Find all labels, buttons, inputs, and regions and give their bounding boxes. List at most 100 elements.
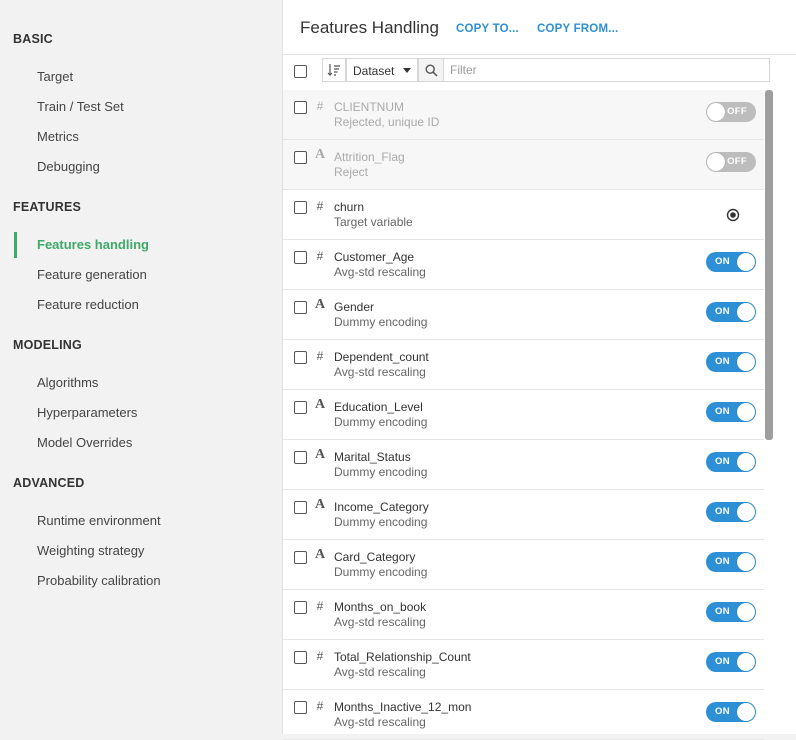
- feature-row[interactable]: # churn Target variable: [283, 190, 764, 240]
- nav-item-hyperparameters[interactable]: Hyperparameters: [14, 400, 264, 426]
- feature-toggle[interactable]: ON: [706, 552, 756, 572]
- feature-checkbox[interactable]: [294, 401, 307, 414]
- feature-toggle[interactable]: OFF: [706, 102, 756, 122]
- filter-input[interactable]: [444, 58, 770, 82]
- feature-name[interactable]: Marital_Status: [334, 450, 411, 464]
- toggle-label: ON: [715, 506, 730, 517]
- feature-handling-description: Avg-std rescaling: [334, 615, 426, 629]
- toggle-knob: [707, 103, 725, 121]
- sort-button[interactable]: [322, 58, 346, 82]
- numeric-icon: #: [316, 199, 324, 213]
- feature-row[interactable]: # CLIENTNUM Rejected, unique ID OFF: [283, 90, 764, 140]
- feature-name[interactable]: Total_Relationship_Count: [334, 650, 471, 664]
- feature-checkbox[interactable]: [294, 551, 307, 564]
- feature-row[interactable]: # Dependent_count Avg-std rescaling ON: [283, 340, 764, 390]
- feature-checkbox[interactable]: [294, 501, 307, 514]
- nav-item-model-overrides[interactable]: Model Overrides: [14, 430, 264, 456]
- nav-item-weighting-strategy[interactable]: Weighting strategy: [14, 538, 264, 564]
- feature-row[interactable]: A Attrition_Flag Reject OFF: [283, 140, 764, 190]
- nav-item-probability-calibration[interactable]: Probability calibration: [14, 568, 264, 594]
- feature-checkbox[interactable]: [294, 301, 307, 314]
- feature-row[interactable]: A Gender Dummy encoding ON: [283, 290, 764, 340]
- nav-item-feature-generation[interactable]: Feature generation: [14, 262, 264, 288]
- feature-name[interactable]: Months_Inactive_12_mon: [334, 700, 471, 714]
- nav-item-debugging[interactable]: Debugging: [14, 154, 264, 180]
- text-icon: A: [314, 447, 326, 462]
- toggle-knob: [737, 303, 755, 321]
- nav-item-features-handling[interactable]: Features handling: [14, 232, 264, 258]
- feature-handling-description: Dummy encoding: [334, 515, 428, 529]
- feature-row[interactable]: A Income_Category Dummy encoding ON: [283, 490, 764, 540]
- toggle-label: ON: [715, 606, 730, 617]
- feature-toggle[interactable]: ON: [706, 602, 756, 622]
- select-all-checkbox[interactable]: [294, 65, 307, 78]
- feature-row[interactable]: # Months_Inactive_12_mon Avg-std rescaling…: [283, 690, 764, 740]
- scrollbar[interactable]: [765, 90, 773, 440]
- nav-item-metrics[interactable]: Metrics: [14, 124, 264, 150]
- text-icon: A: [314, 297, 326, 312]
- feature-row[interactable]: A Marital_Status Dummy encoding ON: [283, 440, 764, 490]
- feature-toggle[interactable]: ON: [706, 352, 756, 372]
- nav-item-train-test-set[interactable]: Train / Test Set: [14, 94, 264, 120]
- toggle-knob: [737, 403, 755, 421]
- toggle-knob: [737, 653, 755, 671]
- section-title-features: FEATURES: [13, 200, 82, 214]
- feature-checkbox[interactable]: [294, 701, 307, 714]
- feature-toggle[interactable]: OFF: [706, 152, 756, 172]
- feature-name[interactable]: Education_Level: [334, 400, 423, 414]
- feature-name[interactable]: Income_Category: [334, 500, 429, 514]
- feature-checkbox[interactable]: [294, 601, 307, 614]
- feature-toggle[interactable]: ON: [706, 452, 756, 472]
- target-icon: [726, 208, 740, 222]
- feature-handling-description: Avg-std rescaling: [334, 265, 426, 279]
- feature-toggle[interactable]: ON: [706, 702, 756, 722]
- sidebar: BASIC Target Train / Test Set Metrics De…: [0, 0, 282, 734]
- sort-icon: [327, 64, 340, 76]
- dataset-dropdown-label: Dataset: [353, 64, 395, 78]
- feature-checkbox[interactable]: [294, 201, 307, 214]
- feature-name[interactable]: churn: [334, 200, 364, 214]
- feature-row[interactable]: A Card_Category Dummy encoding ON: [283, 540, 764, 590]
- feature-toggle[interactable]: ON: [706, 302, 756, 322]
- toolbar: Dataset: [283, 58, 770, 84]
- feature-handling-description: Avg-std rescaling: [334, 365, 426, 379]
- feature-row[interactable]: # Customer_Age Avg-std rescaling ON: [283, 240, 764, 290]
- feature-checkbox[interactable]: [294, 351, 307, 364]
- feature-checkbox[interactable]: [294, 451, 307, 464]
- feature-checkbox[interactable]: [294, 251, 307, 264]
- feature-row[interactable]: # Total_Relationship_Count Avg-std rescali…: [283, 640, 764, 690]
- feature-checkbox[interactable]: [294, 651, 307, 664]
- feature-row[interactable]: A Education_Level Dummy encoding ON: [283, 390, 764, 440]
- numeric-icon: #: [316, 649, 324, 663]
- feature-name[interactable]: Card_Category: [334, 550, 415, 564]
- toggle-knob: [737, 253, 755, 271]
- feature-row[interactable]: # Months_on_book Avg-std rescaling ON: [283, 590, 764, 640]
- feature-list: # CLIENTNUM Rejected, unique ID OFF A Attriti…: [283, 90, 764, 740]
- copy-from-button[interactable]: COPY FROM...: [537, 23, 618, 35]
- feature-toggle[interactable]: ON: [706, 402, 756, 422]
- feature-name[interactable]: Customer_Age: [334, 250, 414, 264]
- numeric-icon: #: [316, 349, 324, 363]
- feature-checkbox[interactable]: [294, 101, 307, 114]
- feature-toggle[interactable]: ON: [706, 652, 756, 672]
- nav-item-target[interactable]: Target: [14, 64, 264, 90]
- feature-checkbox[interactable]: [294, 151, 307, 164]
- search-button[interactable]: [418, 58, 444, 82]
- feature-name[interactable]: Gender: [334, 300, 374, 314]
- toggle-knob: [737, 603, 755, 621]
- nav-item-runtime-environment[interactable]: Runtime environment: [14, 508, 264, 534]
- feature-name[interactable]: Dependent_count: [334, 350, 429, 364]
- features-handling-panel: Features Handling COPY TO... COPY FROM..…: [282, 0, 796, 740]
- feature-name[interactable]: Attrition_Flag: [334, 150, 405, 164]
- toggle-label: ON: [715, 456, 730, 467]
- toggle-label: ON: [715, 706, 730, 717]
- copy-to-button[interactable]: COPY TO...: [456, 23, 519, 35]
- feature-handling-description: Avg-std rescaling: [334, 665, 426, 679]
- feature-name[interactable]: Months_on_book: [334, 600, 426, 614]
- feature-name[interactable]: CLIENTNUM: [334, 100, 404, 114]
- feature-toggle[interactable]: ON: [706, 502, 756, 522]
- nav-item-feature-reduction[interactable]: Feature reduction: [14, 292, 264, 318]
- feature-toggle[interactable]: ON: [706, 252, 756, 272]
- nav-item-algorithms[interactable]: Algorithms: [14, 370, 264, 396]
- dataset-dropdown[interactable]: Dataset: [346, 58, 418, 82]
